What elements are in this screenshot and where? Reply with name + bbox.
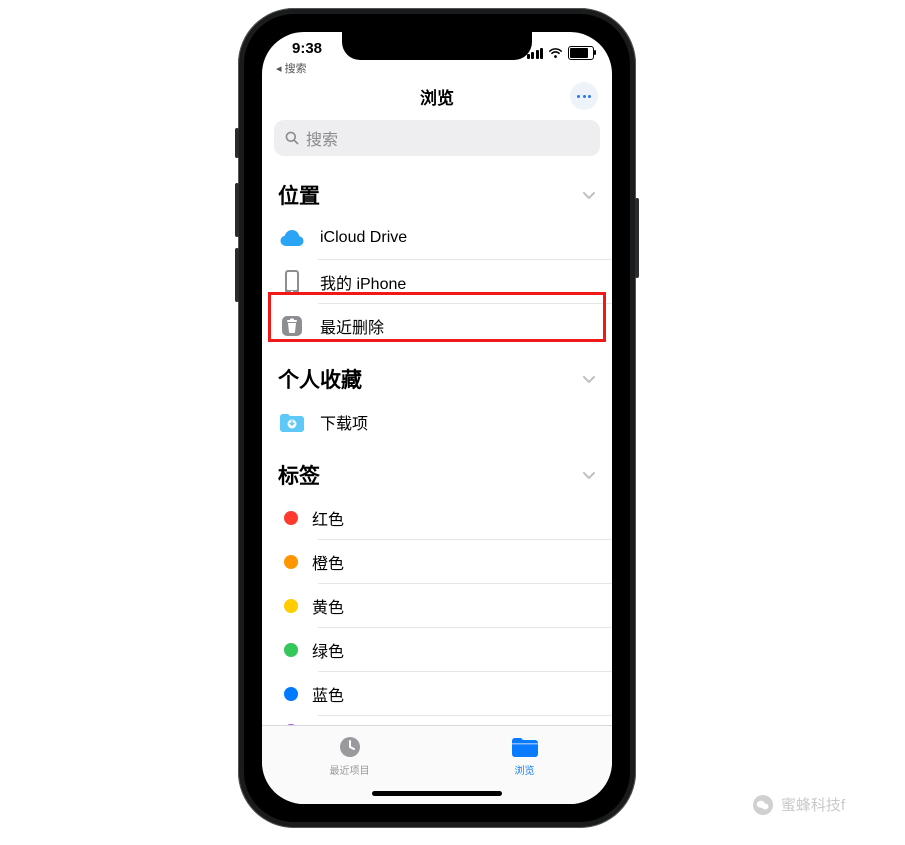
chevron-down-icon [582, 468, 596, 482]
row-label: 黄色 [312, 594, 344, 618]
chevron-down-icon [582, 372, 596, 386]
row-label: 绿色 [312, 638, 344, 662]
row-label: iCloud Drive [320, 229, 407, 247]
section-header-locations[interactable]: 位置 [262, 164, 612, 216]
section-title: 位置 [278, 180, 320, 210]
tag-color-icon [284, 555, 298, 569]
row-label: 下载项 [320, 410, 368, 434]
section-header-favorites[interactable]: 个人收藏 [262, 348, 612, 400]
tag-item-orange[interactable]: 橙色 [262, 540, 612, 584]
chevron-down-icon [582, 188, 596, 202]
trash-icon [278, 312, 306, 340]
tag-color-icon [284, 511, 298, 525]
tag-item-yellow[interactable]: 黄色 [262, 584, 612, 628]
tag-color-icon [284, 687, 298, 701]
tag-color-icon [284, 643, 298, 657]
iphone-icon [278, 268, 306, 296]
mute-switch [235, 128, 239, 158]
clock-icon [337, 734, 363, 760]
section-header-tags[interactable]: 标签 [262, 444, 612, 496]
search-icon [284, 130, 300, 146]
watermark-text: 蜜蜂科技f [781, 794, 845, 815]
status-time: 9:38 [292, 40, 322, 57]
location-item-icloud-drive[interactable]: iCloud Drive [262, 216, 612, 260]
row-label: 红色 [312, 506, 344, 530]
power-button [635, 198, 639, 278]
nav-header: 浏览 [262, 76, 612, 116]
browse-content: 位置 iCloud Drive 我的 iPhone [262, 164, 612, 746]
folder-icon [510, 734, 540, 760]
tag-item-green[interactable]: 绿色 [262, 628, 612, 672]
tab-bar: 最近项目 浏览 [262, 725, 612, 804]
search-placeholder: 搜索 [306, 126, 338, 150]
volume-up-button [235, 183, 239, 237]
wifi-icon [548, 47, 563, 59]
row-label: 橙色 [312, 550, 344, 574]
row-label: 最近删除 [320, 314, 384, 338]
row-label: 我的 iPhone [320, 270, 406, 294]
section-title: 标签 [278, 460, 320, 490]
home-indicator[interactable] [372, 791, 502, 796]
more-options-button[interactable] [570, 82, 598, 110]
notch [342, 32, 532, 60]
tab-label: 最近项目 [330, 762, 370, 777]
search-input[interactable]: 搜索 [274, 120, 600, 156]
location-item-recently-deleted[interactable]: 最近删除 [262, 304, 612, 348]
screen: 9:38 ◂ 搜索 浏览 [262, 32, 612, 804]
tag-item-blue[interactable]: 蓝色 [262, 672, 612, 716]
watermark: 蜜蜂科技f [753, 794, 845, 815]
wechat-icon [753, 795, 773, 815]
return-to-app[interactable]: ◂ 搜索 [276, 60, 307, 76]
battery-icon [568, 46, 594, 60]
location-item-my-iphone[interactable]: 我的 iPhone [262, 260, 612, 304]
volume-down-button [235, 248, 239, 302]
cloud-icon [278, 224, 306, 252]
tag-color-icon [284, 599, 298, 613]
favorite-item-downloads[interactable]: 下载项 [262, 400, 612, 444]
row-label: 蓝色 [312, 682, 344, 706]
tag-item-red[interactable]: 红色 [262, 496, 612, 540]
page-title: 浏览 [420, 84, 454, 109]
tab-label: 浏览 [515, 762, 535, 777]
section-title: 个人收藏 [278, 364, 362, 394]
folder-download-icon [278, 408, 306, 436]
phone-frame: 9:38 ◂ 搜索 浏览 [238, 8, 636, 828]
